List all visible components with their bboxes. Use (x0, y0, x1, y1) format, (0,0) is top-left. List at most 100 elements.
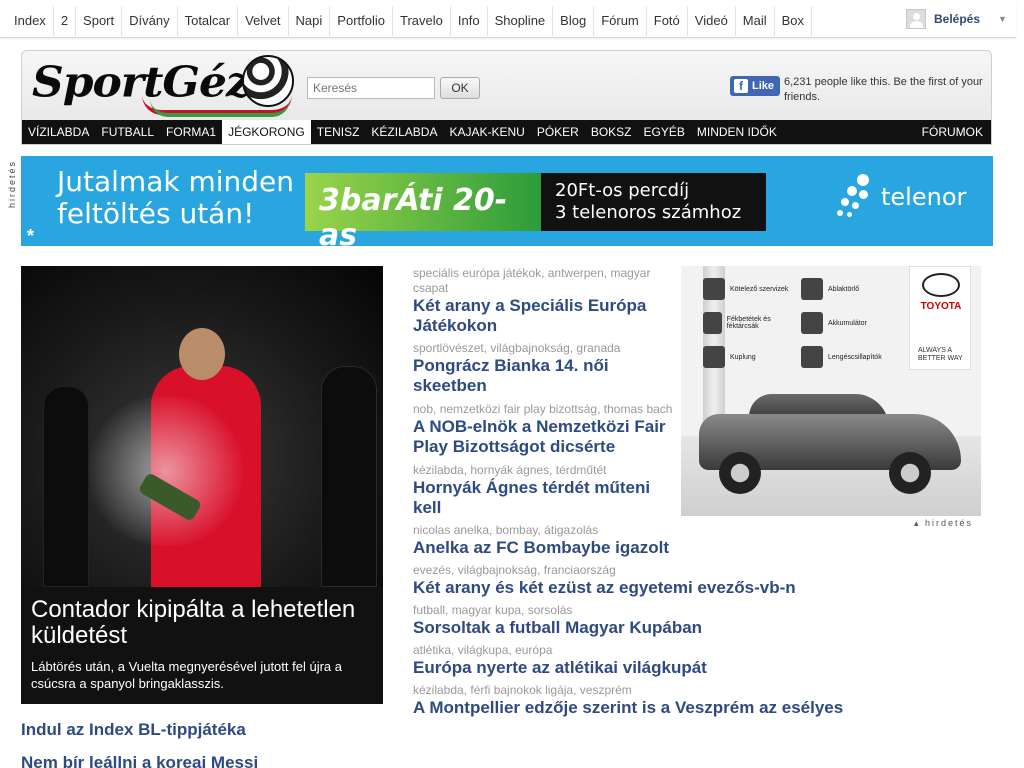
news-headline[interactable]: Pongrácz Bianka 14. női skeetben (413, 356, 681, 396)
sportgeza-logo[interactable]: SportGéza (32, 55, 294, 117)
lead-story-photo[interactable] (21, 266, 383, 587)
banner-line1: Jutalmak minden (57, 165, 295, 198)
cat-boksz[interactable]: BOKSZ (585, 120, 638, 144)
topnav-foto[interactable]: Fotó (645, 6, 687, 36)
list-item: sportlövészet, világbajnokság, granada P… (413, 341, 681, 396)
cat-egyeb[interactable]: EGYÉB (638, 120, 691, 144)
news-tags[interactable]: kézilabda, hornyák ágnes, térdműtét (413, 463, 681, 478)
list-item: kézilabda, hornyák ágnes, térdműtét Horn… (413, 463, 681, 518)
news-headline[interactable]: Két arany és két ezüst az egyetemi evező… (413, 578, 796, 598)
list-item: nob, nemzetközi fair play bizottság, tho… (413, 402, 681, 457)
topnav-velvet[interactable]: Velvet (237, 6, 287, 36)
topnav-mail[interactable]: Mail (734, 6, 774, 36)
news-tags[interactable]: nicolas anelka, bombay, átigazolás (413, 523, 681, 538)
toyota-wordmark: TOYOTA (920, 301, 962, 312)
news-headline[interactable]: Európa nyerte az atlétikai világkupát (413, 658, 707, 678)
lead-story-title[interactable]: Contador kipipálta a lehetetlen küldetés… (31, 597, 371, 649)
news-headline[interactable]: Két arany a Speciális Európa Játékokon (413, 296, 681, 336)
ad-service-item: Ablaktörlő (801, 278, 859, 300)
lead-story-description: Láb­törés után, a Vuelta megnyerésével j… (31, 659, 342, 691)
cat-jegkorong[interactable]: JÉGKORONG (222, 120, 311, 144)
facebook-like-count: 6,231 people like this. Be the first of … (784, 76, 983, 103)
search-input[interactable] (307, 77, 435, 99)
cat-tenisz[interactable]: TENISZ (311, 120, 366, 144)
ad-service-item: Kuplung (703, 346, 756, 368)
news-tags[interactable]: nob, nemzetközi fair play bizottság, tho… (413, 402, 681, 417)
news-headline[interactable]: A NOB-elnök a Nemzetközi Fair Play Bizot… (413, 417, 681, 457)
ad-service-item: Lengéscsillapítók (801, 346, 882, 368)
headline-link[interactable]: Nem bír leállni a koreai Messi (21, 753, 381, 768)
news-headline[interactable]: Anelka az FC Bombaybe igazolt (413, 538, 681, 558)
shock-absorber-icon (801, 346, 823, 368)
cat-poker[interactable]: PÓKER (531, 120, 585, 144)
football-icon (242, 55, 294, 107)
banner-line2: feltöltés után! (57, 197, 255, 230)
list-item: speciális európa játékok, antwerpen, mag… (413, 266, 681, 336)
car-wheel-rear (889, 452, 931, 494)
news-tags[interactable]: evezés, világbajnokság, franciaország (413, 563, 681, 578)
topnav-shopline[interactable]: Shopline (486, 6, 553, 36)
topnav-box[interactable]: Box (773, 6, 813, 36)
toyota-slogan: ALWAYS A BETTER WAY (918, 347, 963, 362)
topnav-travelo[interactable]: Travelo (392, 6, 450, 36)
cat-futball[interactable]: FUTBALL (95, 120, 160, 144)
toyota-ad[interactable]: Kötelező szervizek Ablaktörlő Fékbetétek… (681, 266, 981, 516)
list-item: futball, magyar kupa, sorsolás Sorsoltak… (413, 603, 702, 638)
topnav-forum[interactable]: Fórum (593, 6, 646, 36)
cat-kajak-kenu[interactable]: KAJAK-KENU (443, 120, 530, 144)
topnav-blog[interactable]: Blog (552, 6, 593, 36)
news-headline[interactable]: Sorsoltak a futball Magyar Kupában (413, 618, 702, 638)
banner-offer-box: 20Ft-os percdíj 3 telenoros számhoz (541, 173, 766, 231)
index-topbar: Index 2 Sport Dívány Totalcar Velvet Nap… (0, 0, 1016, 38)
topnav-divany[interactable]: Dívány (121, 6, 176, 36)
ad-label: ▴ hirdetés (914, 518, 974, 528)
search-button[interactable]: OK (440, 77, 480, 99)
topnav-sport[interactable]: Sport (75, 6, 121, 36)
list-item: evezés, világbajnokság, franciaország Ké… (413, 563, 796, 598)
topnav-2[interactable]: 2 (52, 6, 75, 36)
telenor-banner-ad[interactable]: Jutalmak minden feltöltés után! * 3barÁt… (21, 156, 993, 246)
photo-figure-right (321, 366, 377, 587)
lead-story[interactable]: Contador kipipálta a lehetetlen küldetés… (21, 266, 383, 704)
news-tags[interactable]: futball, magyar kupa, sorsolás (413, 603, 681, 618)
news-tags[interactable]: kézilabda, férfi bajnokok ligája, veszpr… (413, 683, 681, 698)
topnav-index[interactable]: Index (7, 6, 53, 36)
cat-vizilabda[interactable]: VÍZILABDA (22, 120, 95, 144)
cat-forumok[interactable]: FÓRUMOK (916, 120, 991, 144)
toyota-logo-box: TOYOTA ALWAYS A BETTER WAY (909, 266, 971, 370)
banner-headline: Jutalmak minden feltöltés után! (57, 166, 294, 230)
topnav-portfolio[interactable]: Portfolio (329, 6, 392, 36)
banner-offer2: 3 telenoros számhoz (555, 202, 742, 223)
login-menu[interactable]: Belépés ▼ (906, 9, 1007, 29)
service-icon (703, 278, 725, 300)
ad-service-item: Kötelező szervizek (703, 278, 788, 300)
news-tags[interactable]: speciális európa játékok, antwerpen, mag… (413, 266, 681, 296)
cat-kezilabda[interactable]: KÉZILABDA (365, 120, 443, 144)
telenor-wordmark: telenor (881, 183, 967, 211)
topnav-video[interactable]: Videó (686, 6, 735, 36)
headline-link[interactable]: Indul az Index BL-tippjátéka (21, 720, 381, 740)
car-wheel-front (719, 452, 761, 494)
chevron-down-icon[interactable]: ▼ (998, 14, 1007, 24)
logo-wordmark: SportGéza (32, 58, 278, 107)
news-tags[interactable]: sportlövészet, világbajnokság, granada (413, 341, 681, 356)
news-list: speciális európa játékok, antwerpen, mag… (413, 266, 843, 718)
topnav-napi[interactable]: Napi (287, 6, 330, 36)
toyota-emblem-icon (922, 273, 960, 297)
banner-promo-box: 3barÁti 20-as (305, 173, 545, 246)
site-header: SportGéza OK f Like 6,231 people like th… (21, 50, 992, 145)
list-item: atlétika, világkupa, európa Európa nyert… (413, 643, 707, 678)
cat-minden-idok[interactable]: MINDEN IDŐK (691, 120, 783, 144)
news-headline[interactable]: Hornyák Ágnes térdét műteni kell (413, 478, 681, 518)
battery-icon (801, 312, 823, 334)
ad-service-item: Fékbetétek és féktárcsák (703, 312, 793, 334)
facebook-like-button[interactable]: f Like (730, 76, 780, 96)
list-item: kézilabda, férfi bajnokok ligája, veszpr… (413, 683, 843, 718)
topnav-info[interactable]: Info (449, 6, 487, 36)
cat-forma1[interactable]: FORMA1 (160, 120, 222, 144)
list-item: nicolas anelka, bombay, átigazolás Anelk… (413, 523, 681, 558)
news-headline[interactable]: A Montpellier edzője szerint is a Veszpr… (413, 698, 843, 718)
ad-side-label: hirdetés (7, 160, 17, 209)
topnav-totalcar[interactable]: Totalcar (176, 6, 238, 36)
news-tags[interactable]: atlétika, világkupa, európa (413, 643, 681, 658)
